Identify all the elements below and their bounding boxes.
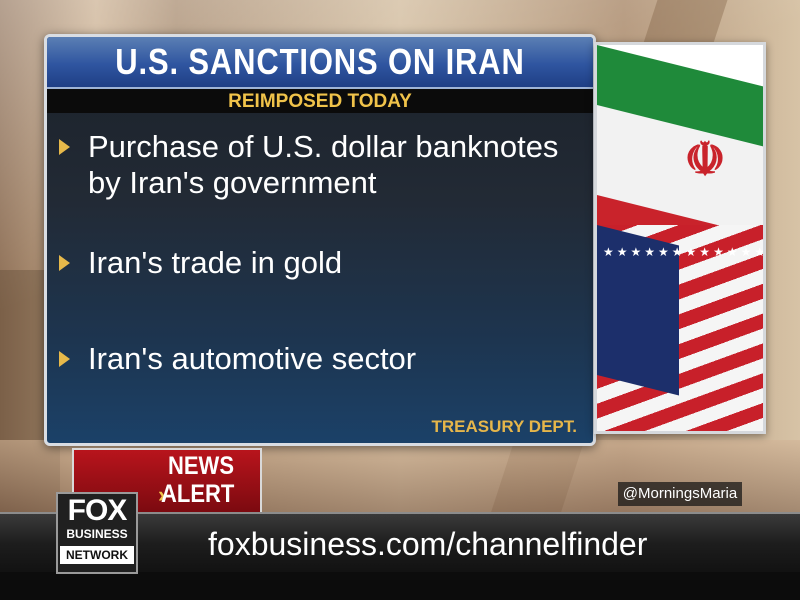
news-alert-line2: ALERT — [160, 480, 234, 508]
card-title: U.S. SANCTIONS ON IRAN — [115, 41, 525, 82]
bullet-arrow-icon — [59, 255, 70, 271]
source-credit: TREASURY DEPT. — [431, 417, 577, 436]
bullet-arrow-icon — [59, 139, 70, 155]
bullet-arrow-icon — [59, 351, 70, 367]
channel-finder-url: foxbusiness.com/channelfinder — [208, 526, 648, 562]
us-flag-stars-icon: ★★★★★★★★★★★★★★★★★★★★★★★★★★★★★★★★★★★★★★★★ — [603, 245, 763, 260]
bullet-text: Purchase of U.S. dollar banknotes by Ira… — [88, 129, 559, 200]
logo-network-text: NETWORK — [60, 546, 134, 564]
logo-business-text: BUSINESS — [66, 527, 128, 541]
logo-fox-text: FOX — [67, 494, 128, 527]
flags-image: ☫ ★★★★★★★★★★★★★★★★★★★★★★★★★★★★★★★★★★★★★★… — [594, 42, 766, 434]
list-item: Iran's automotive sector — [59, 341, 589, 377]
bullet-text: Iran's automotive sector — [88, 341, 417, 376]
card-subtitle: REIMPOSED TODAY — [228, 91, 412, 112]
news-alert-line1: NEWS — [168, 452, 234, 480]
social-handle: @MorningsMaria — [618, 482, 742, 506]
card-title-bar: U.S. SANCTIONS ON IRAN — [47, 37, 593, 89]
iran-emblem-icon: ☫ — [684, 133, 726, 185]
list-item: Iran's trade in gold — [59, 245, 589, 281]
card-subtitle-bar: REIMPOSED TODAY — [47, 89, 593, 113]
bullet-text: Iran's trade in gold — [88, 245, 343, 280]
bottom-strip — [0, 572, 800, 600]
list-item: Purchase of U.S. dollar banknotes by Ira… — [59, 129, 589, 201]
network-logo: FOX BUSINESS NETWORK — [56, 492, 138, 574]
sanctions-card: U.S. SANCTIONS ON IRAN REIMPOSED TODAY P… — [44, 34, 596, 446]
